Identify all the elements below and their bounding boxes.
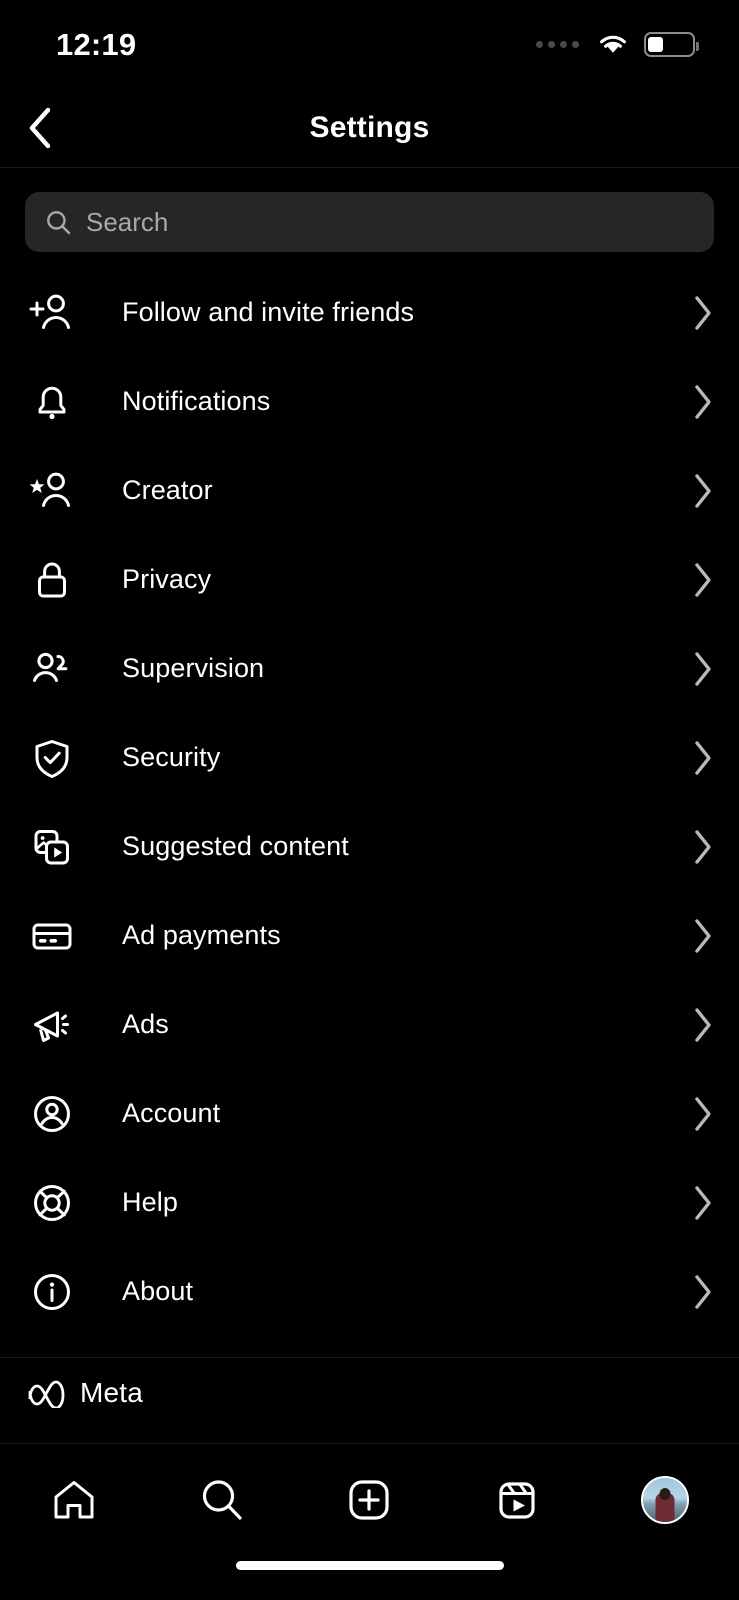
settings-row-label: Supervision — [122, 653, 265, 683]
status-bar: 12:19 — [0, 0, 739, 88]
people-icon — [26, 643, 78, 695]
header-divider — [0, 167, 739, 168]
settings-list: Follow and invite friends Notifications — [0, 268, 739, 1336]
reels-icon — [499, 1482, 535, 1519]
chevron-right-icon — [684, 918, 714, 954]
search-icon — [202, 1480, 242, 1520]
instagram-settings-screen: 12:19 Settings Search Follow and invite … — [0, 0, 739, 1600]
settings-row-label: Creator — [122, 475, 213, 505]
meta-account-center-entry[interactable]: Meta — [26, 1377, 143, 1409]
search-icon — [47, 210, 71, 234]
settings-row-suggested-content[interactable]: Suggested content — [0, 802, 739, 891]
settings-row-label: Account — [122, 1098, 221, 1128]
search-bar[interactable]: Search — [25, 192, 714, 252]
account-circle-icon — [26, 1088, 78, 1140]
settings-row-label: Ad payments — [122, 920, 281, 950]
chevron-right-icon — [684, 295, 714, 331]
person-star-icon — [26, 465, 78, 517]
life-ring-icon — [26, 1177, 78, 1229]
meta-section-divider — [0, 1357, 739, 1358]
profile-avatar — [641, 1476, 690, 1524]
status-bar-indicators — [536, 31, 699, 57]
settings-row-label: Ads — [122, 1009, 169, 1039]
home-icon — [54, 1481, 94, 1519]
settings-row-label: Notifications — [122, 386, 271, 416]
chevron-right-icon — [684, 651, 714, 687]
back-button[interactable] — [10, 98, 70, 158]
shield-check-icon — [26, 732, 78, 784]
settings-row-help[interactable]: Help — [0, 1158, 739, 1247]
settings-row-about[interactable]: About — [0, 1247, 739, 1336]
lock-icon — [26, 554, 78, 606]
chevron-left-icon — [29, 107, 51, 148]
plus-square-icon — [349, 1480, 390, 1520]
page-title: Settings — [309, 110, 430, 144]
nav-search-button[interactable] — [148, 1466, 296, 1534]
chevron-right-icon — [684, 384, 714, 420]
settings-row-ad-payments[interactable]: Ad payments — [0, 891, 739, 980]
nav-create-button[interactable] — [296, 1466, 444, 1534]
search-input[interactable]: Search — [86, 207, 168, 238]
chevron-right-icon — [684, 740, 714, 776]
signal-dots-icon — [536, 40, 579, 48]
nav-reels-button[interactable] — [443, 1466, 591, 1534]
settings-row-label: Privacy — [122, 564, 212, 594]
settings-row-follow-and-invite-friends[interactable]: Follow and invite friends — [0, 268, 739, 357]
chevron-right-icon — [684, 473, 714, 509]
person-add-icon — [26, 287, 78, 339]
settings-row-label: Follow and invite friends — [122, 297, 415, 327]
chevron-right-icon — [684, 829, 714, 865]
bell-icon — [26, 376, 78, 428]
chevron-right-icon — [684, 1096, 714, 1132]
media-stack-icon — [26, 821, 78, 873]
settings-row-label: Security — [122, 742, 221, 772]
info-circle-icon — [26, 1266, 78, 1318]
settings-row-supervision[interactable]: Supervision — [0, 624, 739, 713]
settings-row-label: About — [122, 1276, 194, 1306]
chevron-right-icon — [684, 562, 714, 598]
meta-label: Meta — [80, 1377, 144, 1408]
wifi-icon — [600, 35, 626, 53]
chevron-right-icon — [684, 1007, 714, 1043]
home-indicator — [235, 1561, 504, 1570]
battery-icon — [644, 31, 699, 57]
nav-home-button[interactable] — [0, 1466, 148, 1534]
chevron-right-icon — [684, 1274, 714, 1310]
credit-card-icon — [26, 910, 78, 962]
settings-row-label: Help — [122, 1187, 178, 1217]
settings-row-creator[interactable]: Creator — [0, 446, 739, 535]
nav-profile-button[interactable] — [591, 1466, 739, 1534]
status-bar-time: 12:19 — [56, 26, 137, 62]
megaphone-icon — [26, 999, 78, 1051]
settings-row-account[interactable]: Account — [0, 1069, 739, 1158]
settings-row-security[interactable]: Security — [0, 713, 739, 802]
bottom-navigation-bar — [0, 1444, 739, 1600]
settings-row-notifications[interactable]: Notifications — [0, 357, 739, 446]
settings-row-ads[interactable]: Ads — [0, 980, 739, 1069]
settings-row-privacy[interactable]: Privacy — [0, 535, 739, 624]
chevron-right-icon — [684, 1185, 714, 1221]
meta-infinity-logo — [28, 1380, 65, 1408]
settings-row-label: Suggested content — [122, 831, 349, 861]
search-input-container[interactable]: Search — [25, 192, 714, 252]
page-header: Settings — [0, 88, 739, 167]
